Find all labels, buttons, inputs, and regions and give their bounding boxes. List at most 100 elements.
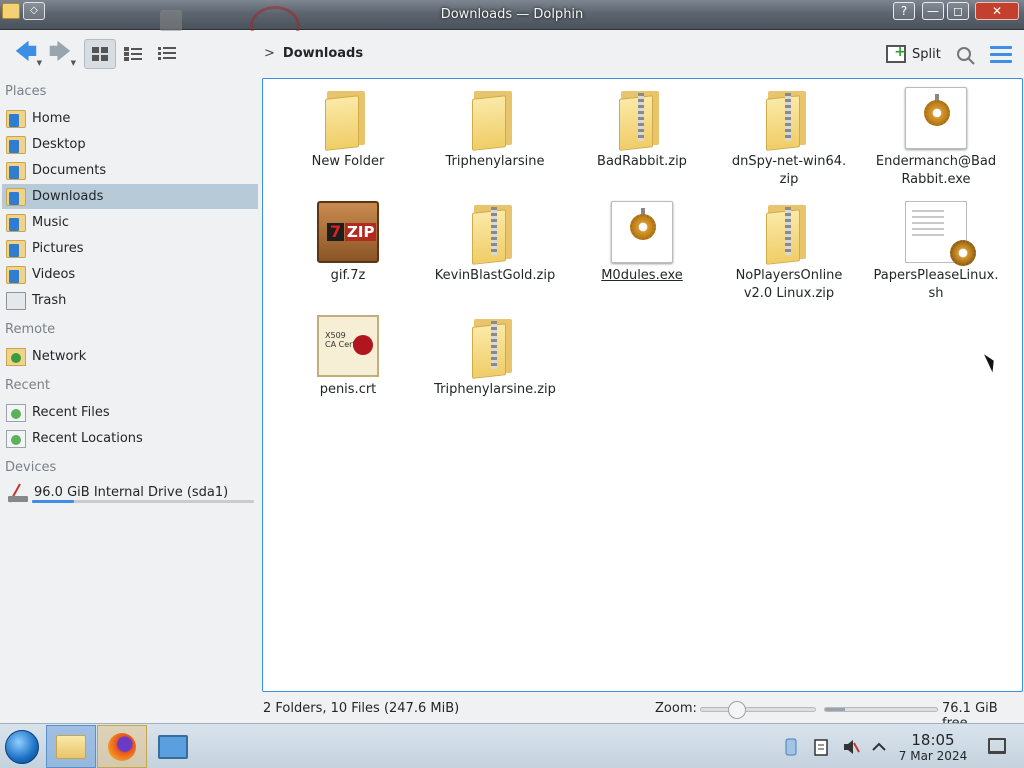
search-button[interactable]: [956, 46, 976, 66]
tray-expand-icon[interactable]: [870, 738, 888, 756]
zip-archive-icon: [464, 315, 526, 379]
status-bar: 2 Folders, 10 Files (247.6 MiB) Zoom: 76…: [0, 696, 1024, 731]
kde-connect-tray-icon[interactable]: [782, 738, 800, 756]
forward-arrow-icon: 🡆: [48, 40, 72, 65]
back-button[interactable]: 🡄 ▼: [8, 39, 44, 69]
volume-muted-tray-icon[interactable]: [842, 738, 860, 756]
file-item[interactable]: NoPlayersOnline v2.0 Linux.zip: [719, 201, 859, 303]
start-menu-button[interactable]: [5, 730, 39, 764]
help-button[interactable]: ?: [893, 2, 915, 20]
file-item[interactable]: New Folder: [278, 87, 418, 171]
hamburger-menu-button[interactable]: [990, 46, 1012, 64]
network-folder-icon: [6, 347, 26, 366]
file-item[interactable]: BadRabbit.zip: [572, 87, 712, 171]
compact-view-icon: [124, 47, 142, 61]
sidebar-item-music[interactable]: Music: [2, 210, 258, 235]
status-summary: 2 Folders, 10 Files (247.6 MiB): [263, 701, 460, 716]
zoom-label: Zoom:: [655, 701, 697, 716]
sidebar-item-trash[interactable]: Trash: [2, 288, 258, 313]
file-item[interactable]: Triphenylarsine: [425, 87, 565, 171]
title-bar[interactable]: ◇ Downloads — Dolphin ? — ◻ ✕: [0, 0, 1024, 46]
sidebar-item-downloads[interactable]: Downloads: [2, 184, 258, 209]
sidebar-item-recent-files[interactable]: Recent Files: [2, 400, 258, 425]
window-title: Downloads — Dolphin: [440, 7, 584, 22]
minimize-button[interactable]: —: [922, 2, 944, 20]
clock[interactable]: 18:05 7 Mar 2024: [898, 731, 968, 763]
certificate-icon: X509 CA Cert: [317, 315, 379, 377]
menu-icon: [990, 46, 1012, 49]
split-label: Split: [912, 46, 941, 62]
devices-section-title: Devices: [5, 460, 57, 475]
recent-section-title: Recent: [5, 378, 50, 393]
sidebar-item-pictures[interactable]: Pictures: [2, 236, 258, 261]
places-panel: Places Home Desktop Documents Downloads …: [0, 78, 262, 694]
monitor-icon: [158, 734, 188, 759]
breadcrumb-current[interactable]: Downloads: [283, 46, 363, 61]
details-view-icon: [158, 47, 176, 60]
file-item[interactable]: KevinBlastGold.zip: [425, 201, 565, 285]
zip-archive-icon: [758, 87, 820, 151]
file-view[interactable]: New Folder Triphenylarsine BadRabbit.zip dn…: [262, 78, 1023, 692]
icons-view-button[interactable]: [84, 39, 116, 69]
file-name: dnSpy-net-win64. zip: [731, 154, 847, 187]
drive-usage-bar: [32, 500, 254, 503]
details-view-button[interactable]: [151, 39, 183, 69]
clipboard-tray-icon[interactable]: [812, 738, 830, 756]
close-button[interactable]: ✕: [975, 2, 1019, 20]
compact-view-button[interactable]: [117, 39, 149, 69]
recent-locations-icon: [6, 429, 26, 448]
sidebar-item-recent-locations[interactable]: Recent Locations: [2, 426, 258, 451]
forward-button[interactable]: 🡆 ▼: [42, 39, 78, 69]
music-folder-icon: [6, 213, 26, 232]
file-name: New Folder: [311, 154, 385, 169]
file-item[interactable]: 7 ZIP gif.7z: [278, 201, 418, 285]
sidebar-item-videos[interactable]: Videos: [2, 262, 258, 287]
zip-archive-icon: [758, 201, 820, 265]
file-name: Triphenylarsine.zip: [434, 382, 556, 397]
sidebar-item-home[interactable]: Home: [2, 106, 258, 131]
sidebar-item-network[interactable]: Network: [2, 344, 258, 369]
downloads-folder-icon: [6, 187, 26, 206]
taskbar-system-settings[interactable]: [148, 725, 198, 768]
search-icon: [957, 47, 975, 65]
file-name: KevinBlastGold.zip: [434, 268, 556, 283]
icons-view-icon: [92, 47, 108, 61]
file-name: penis.crt: [319, 382, 377, 397]
file-name: M0dules.exe: [601, 268, 683, 283]
breadcrumb-chevron-icon: >: [264, 46, 275, 61]
taskbar-dolphin[interactable]: [46, 725, 96, 768]
sidebar-item-documents[interactable]: Documents: [2, 158, 258, 183]
trash-icon: [6, 291, 26, 310]
file-name: Triphenylarsine: [445, 154, 545, 169]
file-item[interactable]: M0dules.exe: [572, 201, 712, 285]
split-button[interactable]: Split: [886, 44, 941, 63]
free-space-fill: [825, 708, 846, 711]
taskbar-firefox[interactable]: [97, 725, 147, 768]
file-name: Endermanch@Bad Rabbit.exe: [875, 154, 997, 187]
split-view-icon: [886, 44, 906, 63]
clock-time: 18:05: [911, 731, 955, 749]
file-name: NoPlayersOnline v2.0 Linux.zip: [735, 268, 843, 301]
home-folder-icon: [6, 109, 26, 128]
file-item[interactable]: PapersPleaseLinux. sh: [866, 201, 1006, 303]
sidebar-item-desktop[interactable]: Desktop: [2, 132, 258, 157]
folder-icon: [464, 87, 526, 151]
file-item[interactable]: Endermanch@Bad Rabbit.exe: [866, 87, 1006, 189]
zoom-slider-handle[interactable]: [728, 701, 747, 719]
file-item[interactable]: dnSpy-net-win64. zip: [719, 87, 859, 189]
clock-date: 7 Mar 2024: [898, 749, 968, 763]
breadcrumb[interactable]: > Downloads: [264, 46, 363, 61]
file-item[interactable]: Triphenylarsine.zip: [425, 315, 565, 399]
show-desktop-button[interactable]: [988, 738, 1006, 754]
folder-icon: [56, 734, 86, 759]
toolbar: 🡄▼ 🡆▼ > Downloads Split: [0, 31, 1024, 77]
firefox-icon: [108, 732, 136, 761]
back-arrow-icon: 🡄: [14, 40, 38, 65]
zoom-slider[interactable]: [700, 701, 816, 719]
zip-archive-icon: [611, 87, 673, 151]
pictures-folder-icon: [6, 239, 26, 258]
remote-section-title: Remote: [5, 322, 56, 337]
maximize-button[interactable]: ◻: [947, 2, 969, 20]
desktop-folder-icon: [6, 135, 26, 154]
file-item[interactable]: X509 CA Cert penis.crt: [278, 315, 418, 399]
